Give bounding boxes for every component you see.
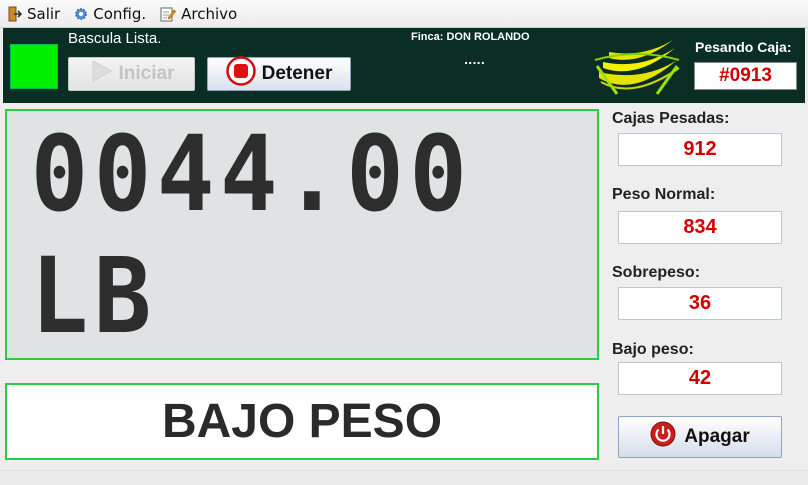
weight-status-panel: BAJO PESO	[5, 383, 599, 460]
scale-status-text: Bascula Lista.	[68, 30, 162, 47]
edit-document-icon	[160, 6, 177, 22]
bajo-peso-value: 42	[618, 362, 782, 395]
menu-config[interactable]: Config.	[74, 5, 146, 23]
menu-salir-label: Salir	[27, 4, 61, 23]
menu-archivo-label: Archivo	[181, 4, 238, 23]
banana-logo	[593, 38, 681, 102]
detener-label: Detener	[261, 63, 333, 84]
detener-button[interactable]: Detener	[207, 56, 351, 92]
peso-normal-value: 834	[618, 211, 782, 244]
gear-icon	[74, 7, 88, 21]
stop-icon	[225, 56, 256, 92]
bottom-strip	[0, 470, 808, 485]
exit-icon	[8, 6, 22, 22]
finca-label: Finca: DON ROLANDO	[411, 31, 530, 43]
menu-config-label: Config.	[93, 4, 147, 23]
weight-status-text: BAJO PESO	[161, 395, 443, 448]
cajas-pesadas-label: Cajas Pesadas:	[612, 110, 730, 127]
play-icon	[89, 59, 113, 89]
sobrepeso-value: 36	[618, 287, 782, 320]
header-panel: Bascula Lista. Iniciar Detener Finca: DO…	[3, 28, 805, 103]
cajas-pesadas-value: 912	[618, 133, 782, 166]
weight-display: 0044.00 LB	[5, 109, 599, 360]
iniciar-label: Iniciar	[118, 63, 175, 84]
apagar-button[interactable]: Apagar	[618, 416, 782, 458]
bajo-peso-label: Bajo peso:	[612, 341, 694, 358]
apagar-label: Apagar	[684, 426, 750, 447]
caja-number-field: #0913	[694, 62, 797, 90]
power-icon	[650, 421, 676, 453]
iniciar-button[interactable]: Iniciar	[68, 57, 195, 91]
menu-salir[interactable]: Salir	[8, 5, 60, 23]
weight-value: 0044.00 LB	[30, 112, 473, 357]
peso-normal-label: Peso Normal:	[612, 186, 716, 203]
pesando-caja-label: Pesando Caja:	[695, 39, 792, 55]
menu-bar: Salir Config. Archivo	[0, 0, 808, 28]
sobrepeso-label: Sobrepeso:	[612, 264, 701, 281]
menu-archivo[interactable]: Archivo	[160, 5, 237, 23]
status-indicator	[10, 44, 58, 89]
dots-indicator: .....	[464, 54, 485, 67]
